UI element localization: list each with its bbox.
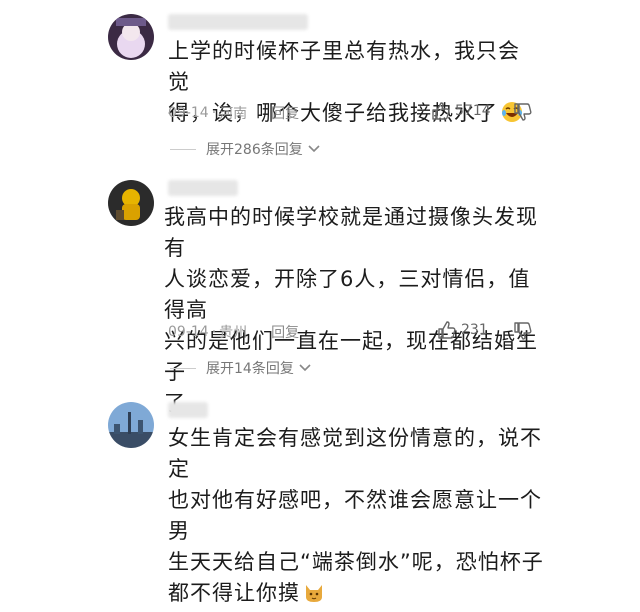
avatar-image <box>108 180 154 226</box>
comment-text: 女生肯定会有感觉到这份情意的，说不定 也对他有好感吧，不然谁会愿意让一个男 生天… <box>168 423 548 612</box>
username-blurred[interactable] <box>168 402 208 418</box>
username-blurred[interactable] <box>168 180 238 196</box>
expand-replies[interactable]: 展开14条回复 <box>170 358 312 378</box>
comment-date: 09-14 <box>168 105 209 121</box>
expand-replies[interactable]: 展开286条回复 <box>170 139 321 159</box>
avatar[interactable] <box>108 180 154 226</box>
comment-line: 女生肯定会有感觉到这份情意的，说不定 <box>168 426 542 481</box>
comment-line: 也对他有好感吧，不然谁会愿意让一个男 <box>168 488 542 543</box>
comment-date: 09-14 <box>168 324 209 340</box>
reply-button[interactable]: 回复 <box>271 322 299 342</box>
avatar[interactable] <box>108 14 154 60</box>
divider-line <box>170 148 196 150</box>
chevron-down-icon <box>308 145 320 153</box>
chevron-down-icon <box>299 364 311 372</box>
meta-separator: · <box>211 105 217 121</box>
thumbs-up-icon <box>432 102 450 120</box>
comment-line: 都不得让你摸 <box>168 578 548 612</box>
comment-meta: 09-14 · 贵州 回复 <box>168 322 299 342</box>
dislike-button[interactable] <box>513 321 533 345</box>
comment-location: 河南 <box>219 106 248 122</box>
comment-line: 生天天给自己“端茶倒水”呢，恐怕杯子 <box>168 550 544 574</box>
expand-replies-label[interactable]: 展开14条回复 <box>206 358 294 378</box>
thumbs-up-icon <box>438 321 456 339</box>
reply-button[interactable]: 回复 <box>271 103 299 123</box>
like-count: 231 <box>461 322 488 338</box>
username-blurred[interactable] <box>168 14 308 30</box>
like-button[interactable]: 5714 <box>431 101 491 121</box>
thumbs-down-icon <box>514 322 532 340</box>
avatar[interactable] <box>108 402 154 448</box>
dislike-button[interactable] <box>513 102 533 126</box>
expand-replies-label[interactable]: 展开286条回复 <box>206 139 303 159</box>
divider-line <box>170 367 196 369</box>
like-count: 5714 <box>455 103 491 119</box>
comment-text: 我高中的时候学校就是通过摄像头发现有 人谈恋爱，开除了6人，三对情侣，值得高 兴… <box>164 202 544 419</box>
cat-emoji-icon <box>303 581 325 612</box>
avatar-image <box>108 402 154 448</box>
thumbs-down-icon <box>514 103 532 121</box>
meta-separator: · <box>211 324 217 340</box>
comment-line: 我高中的时候学校就是通过摄像头发现有 <box>164 205 538 260</box>
comment-line: 上学的时候杯子里总有热水，我只会觉 <box>168 39 520 94</box>
comment-line: 了 <box>164 388 544 419</box>
comment-line: 人谈恋爱，开除了6人，三对情侣，值得高 <box>164 267 531 322</box>
comment-line-text: 都不得让你摸 <box>168 581 300 605</box>
comment-meta: 09-14 · 河南 回复 <box>168 103 299 123</box>
comment-location: 贵州 <box>219 325 248 341</box>
avatar-image <box>108 14 154 60</box>
like-button[interactable]: 231 <box>437 320 488 340</box>
